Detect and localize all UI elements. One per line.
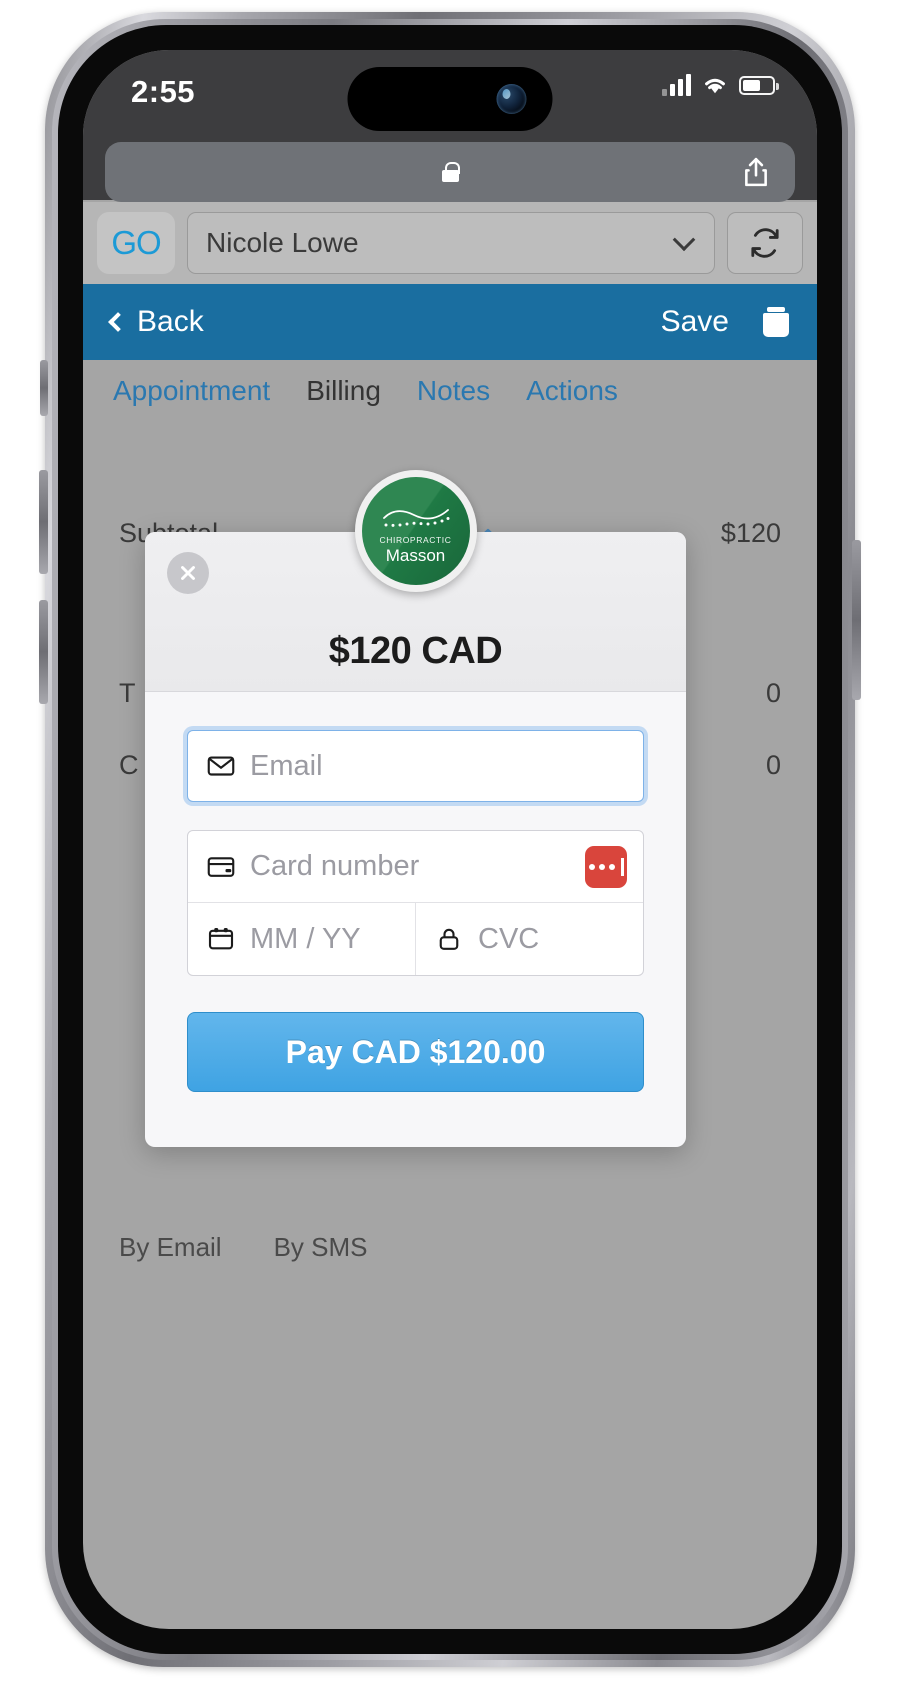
row-label: C	[119, 750, 139, 780]
refresh-button[interactable]	[727, 212, 803, 274]
status-time: 2:55	[131, 74, 196, 109]
nav-bar: Back Save	[83, 284, 817, 360]
client-name: Nicole Lowe	[206, 227, 359, 258]
lock-icon	[441, 162, 460, 182]
checkout-modal-body: Email Card number MM / YY CVC Pay CAD $1…	[145, 692, 686, 1092]
battery-icon	[739, 75, 779, 95]
browser-url-bar[interactable]	[105, 142, 795, 202]
checkout-amount: $120 CAD	[328, 630, 503, 672]
expiry-field[interactable]: MM / YY	[188, 903, 416, 975]
send-links: By Email By SMS	[83, 1232, 817, 1263]
chevron-down-icon	[672, 228, 696, 252]
tab-actions[interactable]: Actions	[526, 375, 618, 407]
password-manager-icon[interactable]	[585, 845, 627, 888]
tab-notes[interactable]: Notes	[417, 375, 490, 407]
tab-appointment[interactable]: Appointment	[113, 375, 270, 407]
wifi-icon	[705, 78, 725, 94]
envelope-icon	[207, 756, 235, 776]
share-icon[interactable]	[743, 157, 769, 187]
tab-bar: Appointment Billing Notes Actions	[83, 360, 817, 422]
back-button[interactable]: Back	[108, 305, 204, 339]
merchant-logo: CHIROPRACTIC Masson	[354, 470, 477, 592]
lock-icon	[439, 928, 459, 950]
merchant-name: Masson	[385, 546, 446, 565]
save-button[interactable]: Save	[661, 305, 729, 339]
credit-card-icon	[207, 856, 235, 877]
front-camera-icon	[496, 84, 527, 114]
pay-button[interactable]: Pay CAD $120.00	[187, 1012, 644, 1092]
status-indicators	[662, 74, 779, 96]
row-amount: $120	[720, 518, 781, 548]
client-select[interactable]: Nicole Lowe	[187, 212, 715, 274]
phone-screen: 2:55 GO Nicole Lowe Back Save Appointmen…	[83, 50, 817, 1629]
volume-up-button[interactable]	[39, 470, 48, 574]
app-header: GO Nicole Lowe	[83, 202, 817, 284]
card-number-placeholder: Card number	[250, 850, 420, 882]
calendar-icon	[208, 928, 234, 950]
close-button[interactable]	[167, 552, 209, 594]
nav-actions: Save	[661, 305, 789, 339]
cvc-placeholder: CVC	[478, 922, 540, 955]
row-amount: 0	[765, 678, 781, 708]
cellular-bars-icon	[662, 74, 691, 96]
cvc-field[interactable]: CVC	[416, 903, 643, 975]
chevron-left-icon	[108, 312, 128, 332]
checkout-modal: CHIROPRACTIC Masson $120 CAD Email Card …	[145, 470, 686, 1147]
email-field[interactable]: Email	[187, 730, 644, 802]
refresh-icon	[751, 228, 779, 258]
back-label: Back	[137, 305, 204, 338]
trash-icon[interactable]	[763, 307, 789, 337]
spine-wave-icon	[382, 509, 449, 527]
card-expiry-cvc-row: MM / YY CVC	[188, 903, 643, 975]
send-by-sms-link[interactable]: By SMS	[274, 1232, 368, 1263]
checkout-modal-header: CHIROPRACTIC Masson $120 CAD	[145, 470, 686, 692]
tab-billing[interactable]: Billing	[306, 375, 381, 407]
close-x-icon	[181, 566, 195, 580]
email-placeholder: Email	[250, 749, 323, 782]
row-amount: 0	[765, 750, 781, 780]
send-by-email-link[interactable]: By Email	[119, 1232, 222, 1263]
expiry-placeholder: MM / YY	[250, 922, 361, 955]
silent-switch[interactable]	[40, 360, 48, 416]
ios-status-bar: 2:55	[83, 50, 817, 202]
merchant-kicker: CHIROPRACTIC	[379, 535, 452, 545]
merchant-logo-inner: CHIROPRACTIC Masson	[361, 477, 470, 585]
screenshot-stage: 2:55 GO Nicole Lowe Back Save Appointmen…	[0, 0, 900, 1692]
power-button[interactable]	[852, 540, 861, 700]
row-label: T	[119, 678, 136, 708]
volume-down-button[interactable]	[39, 600, 48, 704]
card-details-group: Card number MM / YY CVC	[187, 830, 644, 976]
dynamic-island	[347, 67, 553, 131]
go-logo[interactable]: GO	[97, 212, 175, 274]
card-number-field[interactable]: Card number	[188, 831, 643, 903]
